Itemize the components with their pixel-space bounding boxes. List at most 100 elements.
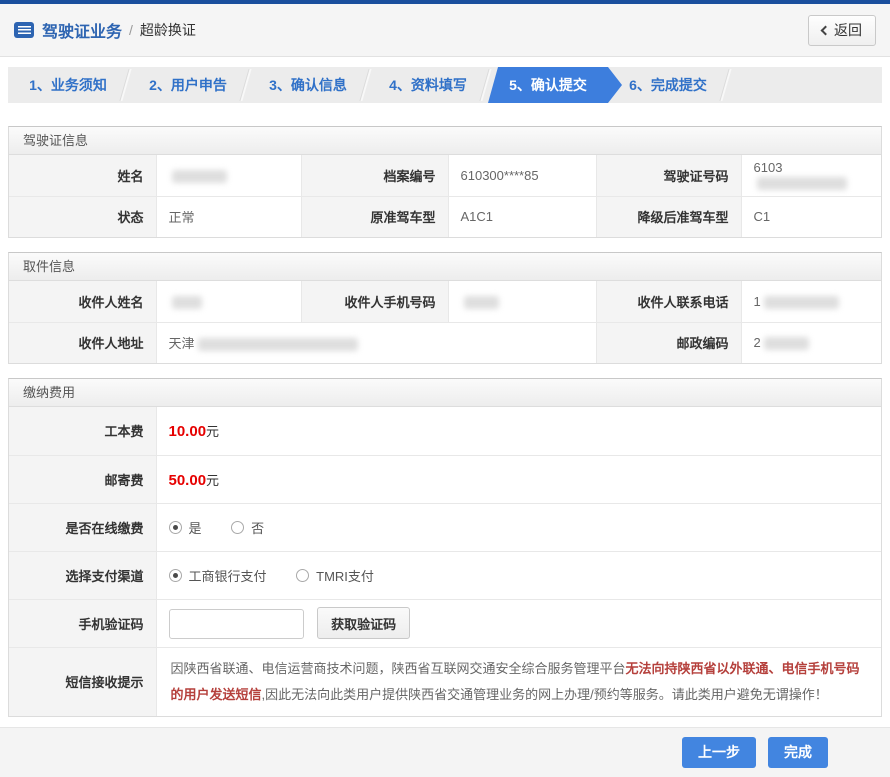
step-label: 2、用户申告 (149, 77, 227, 93)
table-row: 是否在线缴费 是 否 (9, 502, 881, 552)
license-info-table: 姓名 档案编号 610300****85 驾驶证号码 6103 状态 正常 原准… (9, 155, 881, 237)
name-label: 姓名 (9, 155, 157, 197)
address-prefix: 天津 (168, 336, 195, 352)
card-fee-amount: 10.00 (168, 423, 207, 441)
step-4-fill-data: 4、资料填写 (368, 67, 488, 103)
radio-checked-icon[interactable] (168, 520, 182, 534)
channel-icbc-option[interactable]: 工商银行支付 (168, 566, 267, 585)
pickup-section-title: 取件信息 (9, 253, 881, 281)
step-label: 3、确认信息 (269, 77, 347, 93)
recipient-tel-label: 收件人联系电话 (595, 281, 742, 323)
step-3-confirm-info: 3、确认信息 (248, 67, 368, 103)
table-row: 手机验证码 获取验证码 (9, 598, 881, 648)
online-pay-yes-option[interactable]: 是 (168, 518, 202, 537)
redacted-text (763, 295, 839, 309)
pickup-info-table: 收件人姓名 收件人手机号码 收件人联系电话 1 收件人地址 天津 邮政编码 2 (9, 281, 881, 363)
postcode-label: 邮政编码 (595, 321, 742, 363)
recipient-mobile-value (447, 281, 597, 323)
downgraded-class-label: 降级后准驾车型 (595, 195, 742, 237)
license-info-section: 驾驶证信息 姓名 档案编号 610300****85 驾驶证号码 6103 状态… (8, 126, 882, 238)
postcode-value: 2 (740, 321, 881, 363)
recipient-address-value: 天津 (155, 321, 597, 363)
notice-segment: ,因此无法向此类用户提供陕西省交通管理业务的网上办理/预约等服务。请此类用户避免… (261, 686, 828, 702)
step-wizard: 1、业务须知 2、用户申告 3、确认信息 4、资料填写 5、确认提交 6、完成提… (8, 67, 882, 103)
license-section-title: 驾驶证信息 (9, 127, 881, 155)
list-icon (14, 22, 34, 38)
radio-unchecked-icon[interactable] (231, 520, 245, 534)
card-fee-value: 10.00元 (155, 407, 881, 456)
status-label: 状态 (9, 195, 157, 237)
table-row: 邮寄费 50.00元 (9, 454, 881, 504)
back-button-label: 返回 (834, 22, 862, 38)
table-row: 收件人地址 天津 邮政编码 2 (9, 321, 881, 363)
license-number-label: 驾驶证号码 (595, 155, 742, 197)
file-number-label: 档案编号 (300, 155, 449, 197)
radio-unchecked-icon[interactable] (296, 568, 310, 582)
redacted-text (463, 295, 499, 309)
online-pay-yes-label[interactable]: 是 (189, 518, 202, 537)
file-number-value: 610300****85 (447, 155, 597, 197)
postage-fee-label: 邮寄费 (9, 454, 157, 504)
payment-section: 缴纳费用 工本费 10.00元 邮寄费 50.00元 是否在线缴费 是 否 选择… (8, 378, 882, 717)
previous-step-button[interactable]: 上一步 (682, 736, 756, 768)
chevron-left-icon (820, 25, 831, 35)
tel-prefix: 1 (753, 293, 761, 309)
recipient-mobile-label: 收件人手机号码 (300, 281, 449, 323)
table-row: 状态 正常 原准驾车型 A1C1 降级后准驾车型 C1 (9, 195, 881, 237)
fee-unit: 元 (206, 472, 220, 488)
postcode-prefix: 2 (753, 335, 761, 351)
online-pay-no-label[interactable]: 否 (251, 518, 264, 537)
table-row: 短信接收提示 因陕西省联通、电信运营商技术问题，陕西省互联网交通安全综合服务管理… (9, 646, 881, 716)
table-row: 收件人姓名 收件人手机号码 收件人联系电话 1 (9, 281, 881, 323)
postage-fee-amount: 50.00 (168, 471, 207, 489)
step-2-declaration: 2、用户申告 (128, 67, 248, 103)
get-sms-code-button[interactable]: 获取验证码 (317, 607, 411, 639)
redacted-text (756, 177, 847, 191)
back-button[interactable]: 返回 (808, 14, 876, 46)
status-value: 正常 (155, 195, 302, 237)
redacted-text (763, 337, 809, 351)
sms-notice-text: 因陕西省联通、电信运营商技术问题，陕西省互联网交通安全综合服务管理平台无法向持陕… (155, 646, 881, 716)
license-number-value: 6103 (740, 155, 881, 197)
table-row: 选择支付渠道 工商银行支付 TMRI支付 (9, 550, 881, 600)
page-header: 驾驶证业务 / 超龄换证 返回 (0, 4, 890, 57)
payment-table: 工本费 10.00元 邮寄费 50.00元 是否在线缴费 是 否 选择支付渠道 … (9, 407, 881, 716)
card-fee-label: 工本费 (9, 407, 157, 456)
notice-segment: 因陕西省联通、电信运营商技术问题，陕西省互联网交通安全综合服务管理平台 (170, 660, 626, 676)
postage-fee-value: 50.00元 (155, 454, 881, 504)
redacted-text (197, 338, 358, 352)
redacted-text (171, 295, 202, 309)
step-label: 4、资料填写 (389, 77, 467, 93)
radio-checked-icon[interactable] (168, 568, 182, 582)
recipient-name-value (155, 281, 302, 323)
downgraded-class-value: C1 (740, 195, 881, 237)
step-label: 1、业务须知 (29, 77, 107, 93)
original-class-value: A1C1 (447, 195, 597, 237)
online-pay-options: 是 否 (155, 502, 881, 552)
pay-channel-options: 工商银行支付 TMRI支付 (155, 550, 881, 600)
footer-action-bar: 上一步 完成 (0, 726, 890, 777)
online-pay-label: 是否在线缴费 (9, 502, 157, 552)
finish-button[interactable]: 完成 (768, 736, 828, 768)
recipient-name-label: 收件人姓名 (9, 281, 157, 323)
step-label: 6、完成提交 (629, 77, 707, 93)
online-pay-no-option[interactable]: 否 (231, 518, 264, 537)
breadcrumb-current: 超龄换证 (139, 22, 196, 38)
sms-notice-label: 短信接收提示 (9, 646, 157, 716)
sms-code-input[interactable] (168, 609, 304, 639)
redacted-text (171, 169, 227, 183)
fee-unit: 元 (206, 424, 220, 440)
channel-tmri-option[interactable]: TMRI支付 (296, 566, 374, 585)
table-row: 工本费 10.00元 (9, 407, 881, 456)
original-class-label: 原准驾车型 (300, 195, 449, 237)
license-number-prefix: 6103 (753, 160, 783, 176)
recipient-tel-value: 1 (740, 281, 881, 323)
breadcrumb-separator: / (129, 22, 133, 38)
pickup-info-section: 取件信息 收件人姓名 收件人手机号码 收件人联系电话 1 收件人地址 天津 邮政… (8, 252, 882, 364)
channel-tmri-label[interactable]: TMRI支付 (316, 566, 374, 585)
sms-code-row: 获取验证码 (155, 598, 881, 648)
table-row: 姓名 档案编号 610300****85 驾驶证号码 6103 (9, 155, 881, 197)
payment-section-title: 缴纳费用 (9, 379, 881, 407)
step-label: 5、确认提交 (509, 77, 587, 93)
channel-icbc-label[interactable]: 工商银行支付 (189, 566, 267, 585)
